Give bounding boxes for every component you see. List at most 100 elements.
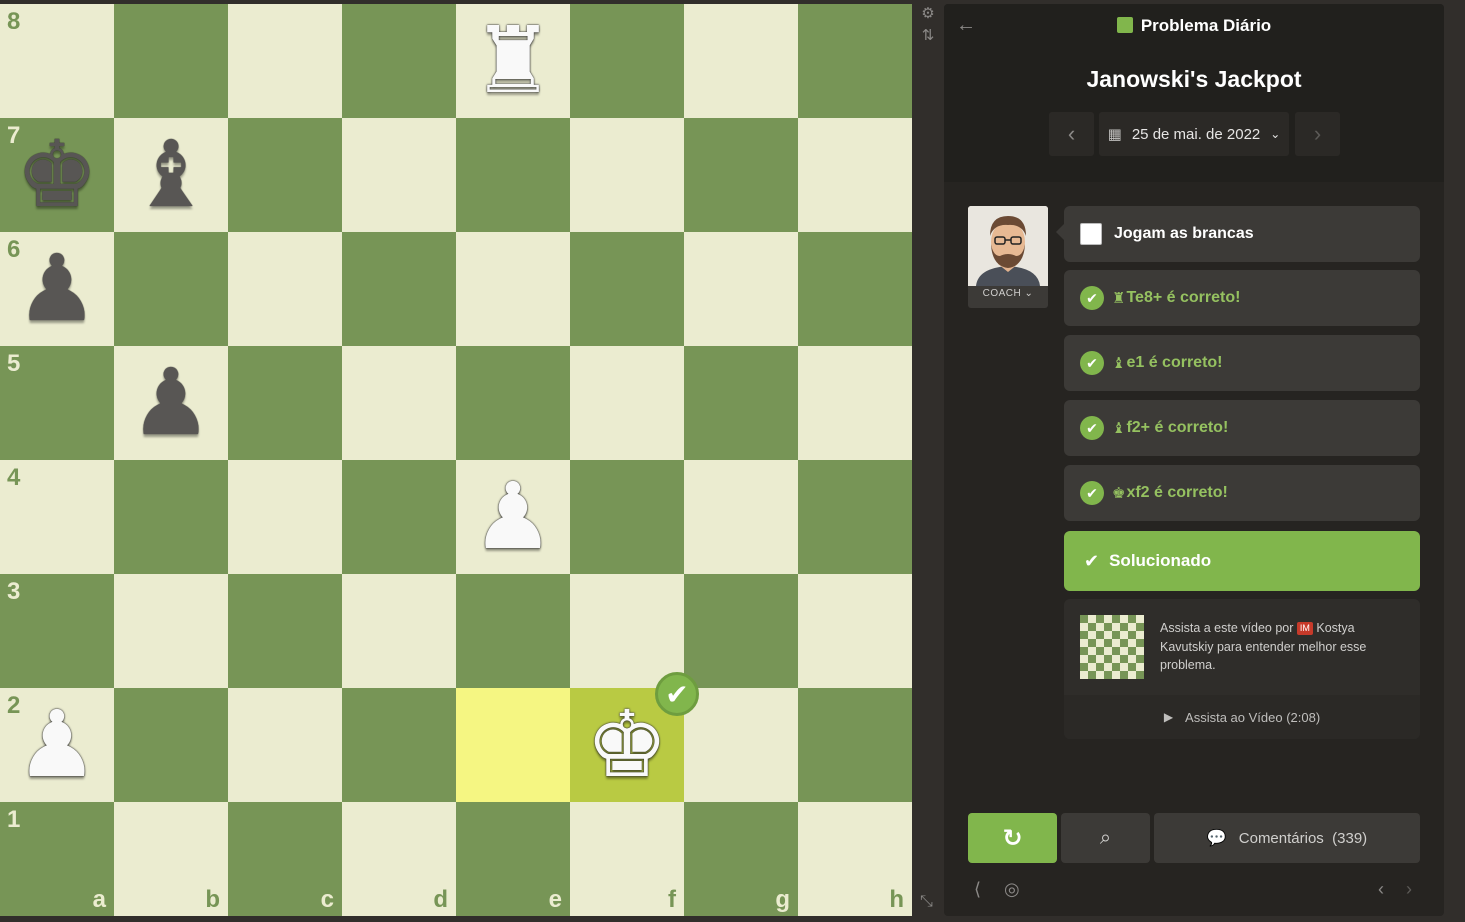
white-rook[interactable]: ♜ xyxy=(456,4,570,118)
square-a2[interactable]: 2 ♟ xyxy=(0,688,114,802)
square-f6[interactable] xyxy=(570,232,684,346)
flip-board-icon[interactable]: ⇅ xyxy=(920,28,936,44)
analysis-button[interactable]: ⌕ xyxy=(1061,813,1150,863)
square-f5[interactable] xyxy=(570,346,684,460)
square-d3[interactable] xyxy=(342,574,456,688)
square-c5[interactable] xyxy=(228,346,342,460)
square-h4[interactable] xyxy=(798,460,912,574)
square-b2[interactable] xyxy=(114,688,228,802)
square-h2[interactable] xyxy=(798,688,912,802)
play-icon: ▶ xyxy=(1163,710,1174,724)
square-c7[interactable] xyxy=(228,118,342,232)
square-b8[interactable] xyxy=(114,4,228,118)
square-d1[interactable]: d xyxy=(342,802,456,916)
daily-puzzle-label: Problema Diário xyxy=(1140,16,1272,35)
previous-day-button[interactable]: ‹ xyxy=(1049,112,1094,156)
white-square-icon xyxy=(1080,223,1102,245)
square-d8[interactable] xyxy=(342,4,456,118)
square-a8[interactable]: 8 xyxy=(0,4,114,118)
settings-icon[interactable]: ⚙ xyxy=(920,6,936,22)
square-g7[interactable] xyxy=(684,118,798,232)
resize-board-icon[interactable]: ⤡ xyxy=(920,893,933,911)
coach-avatar[interactable]: COACH ⌄ xyxy=(968,206,1048,308)
square-e1[interactable]: e xyxy=(456,802,570,916)
file-label: g xyxy=(775,886,790,913)
square-f1[interactable]: f xyxy=(570,802,684,916)
square-h5[interactable] xyxy=(798,346,912,460)
square-a4[interactable]: 4 xyxy=(0,460,114,574)
square-h7[interactable] xyxy=(798,118,912,232)
square-c6[interactable] xyxy=(228,232,342,346)
puzzle-name: Janowski's Jackpot xyxy=(1086,66,1302,92)
magnifier-icon: ⌕ xyxy=(1099,826,1112,849)
daily-puzzle-title: Problema Diário xyxy=(944,16,1444,36)
white-pawn[interactable]: ♟ xyxy=(0,688,114,802)
square-c8[interactable] xyxy=(228,4,342,118)
square-h8[interactable] xyxy=(798,4,912,118)
black-pawn[interactable]: ♟ xyxy=(114,346,228,460)
square-f8[interactable] xyxy=(570,4,684,118)
chevron-right-icon: › xyxy=(1313,121,1322,146)
square-d6[interactable] xyxy=(342,232,456,346)
square-e4[interactable]: ♟ xyxy=(456,460,570,574)
square-b3[interactable] xyxy=(114,574,228,688)
date-selector[interactable]: ▦ 25 de mai. de 2022 ⌄ xyxy=(1099,112,1289,156)
square-e7[interactable] xyxy=(456,118,570,232)
square-b4[interactable] xyxy=(114,460,228,574)
square-e5[interactable] xyxy=(456,346,570,460)
square-f3[interactable] xyxy=(570,574,684,688)
square-f7[interactable] xyxy=(570,118,684,232)
square-c1[interactable]: c xyxy=(228,802,342,916)
panel-header: ← Problema Diário Janowski's Jackpot ‹ ▦… xyxy=(944,4,1444,182)
white-pawn[interactable]: ♟ xyxy=(456,460,570,574)
square-h3[interactable] xyxy=(798,574,912,688)
square-h1[interactable]: h xyxy=(798,802,912,916)
square-d4[interactable] xyxy=(342,460,456,574)
black-bishop[interactable]: ♝ xyxy=(114,118,228,232)
watch-video-button[interactable]: ▶ Assista ao Vídeo (2:08) xyxy=(1064,695,1420,739)
square-g1[interactable]: g xyxy=(684,802,798,916)
black-king[interactable]: ♚ xyxy=(0,118,114,232)
square-g6[interactable] xyxy=(684,232,798,346)
square-a6[interactable]: 6 ♟ xyxy=(0,232,114,346)
square-d5[interactable] xyxy=(342,346,456,460)
square-e6[interactable] xyxy=(456,232,570,346)
square-g8[interactable] xyxy=(684,4,798,118)
puzzle-panel: ← Problema Diário Janowski's Jackpot ‹ ▦… xyxy=(944,4,1444,916)
comments-button[interactable]: 💬 Comentários (339) xyxy=(1154,813,1420,863)
square-g5[interactable] xyxy=(684,346,798,460)
square-c4[interactable] xyxy=(228,460,342,574)
share-icon[interactable]: ⟨ xyxy=(974,879,981,900)
square-b5[interactable]: ♟ xyxy=(114,346,228,460)
square-d7[interactable] xyxy=(342,118,456,232)
square-g2[interactable] xyxy=(684,688,798,802)
square-d2[interactable] xyxy=(342,688,456,802)
square-e8[interactable]: ♜ xyxy=(456,4,570,118)
next-puzzle-icon[interactable]: › xyxy=(1406,879,1412,900)
square-b7[interactable]: ♝ xyxy=(114,118,228,232)
square-c3[interactable] xyxy=(228,574,342,688)
previous-puzzle-icon[interactable]: ‹ xyxy=(1378,879,1384,900)
date-label: 25 de mai. de 2022 xyxy=(1131,125,1261,143)
square-f4[interactable] xyxy=(570,460,684,574)
square-e2[interactable] xyxy=(456,688,570,802)
square-a1[interactable]: 1a xyxy=(0,802,114,916)
square-a3[interactable]: 3 xyxy=(0,574,114,688)
next-day-button[interactable]: › xyxy=(1295,112,1340,156)
square-a7[interactable]: 7 ♚ xyxy=(0,118,114,232)
square-g4[interactable] xyxy=(684,460,798,574)
retry-button[interactable]: ↻ xyxy=(968,813,1057,863)
square-c2[interactable] xyxy=(228,688,342,802)
black-pawn[interactable]: ♟ xyxy=(0,232,114,346)
video-thumbnail[interactable] xyxy=(1080,615,1144,679)
square-h6[interactable] xyxy=(798,232,912,346)
target-icon[interactable]: ◎ xyxy=(1004,879,1020,900)
square-a5[interactable]: 5 xyxy=(0,346,114,460)
square-b1[interactable]: b xyxy=(114,802,228,916)
retry-icon: ↻ xyxy=(1002,824,1023,852)
rank-label: 3 xyxy=(7,578,21,605)
square-b6[interactable] xyxy=(114,232,228,346)
square-g3[interactable] xyxy=(684,574,798,688)
square-e3[interactable] xyxy=(456,574,570,688)
chess-board[interactable]: 8 ♜ 7 ♚ ♝ 6 ♟ 5 ♟ 4 ♟ 3 2 ♟ ♚ 1 a b c d e f g h xyxy=(0,4,912,916)
